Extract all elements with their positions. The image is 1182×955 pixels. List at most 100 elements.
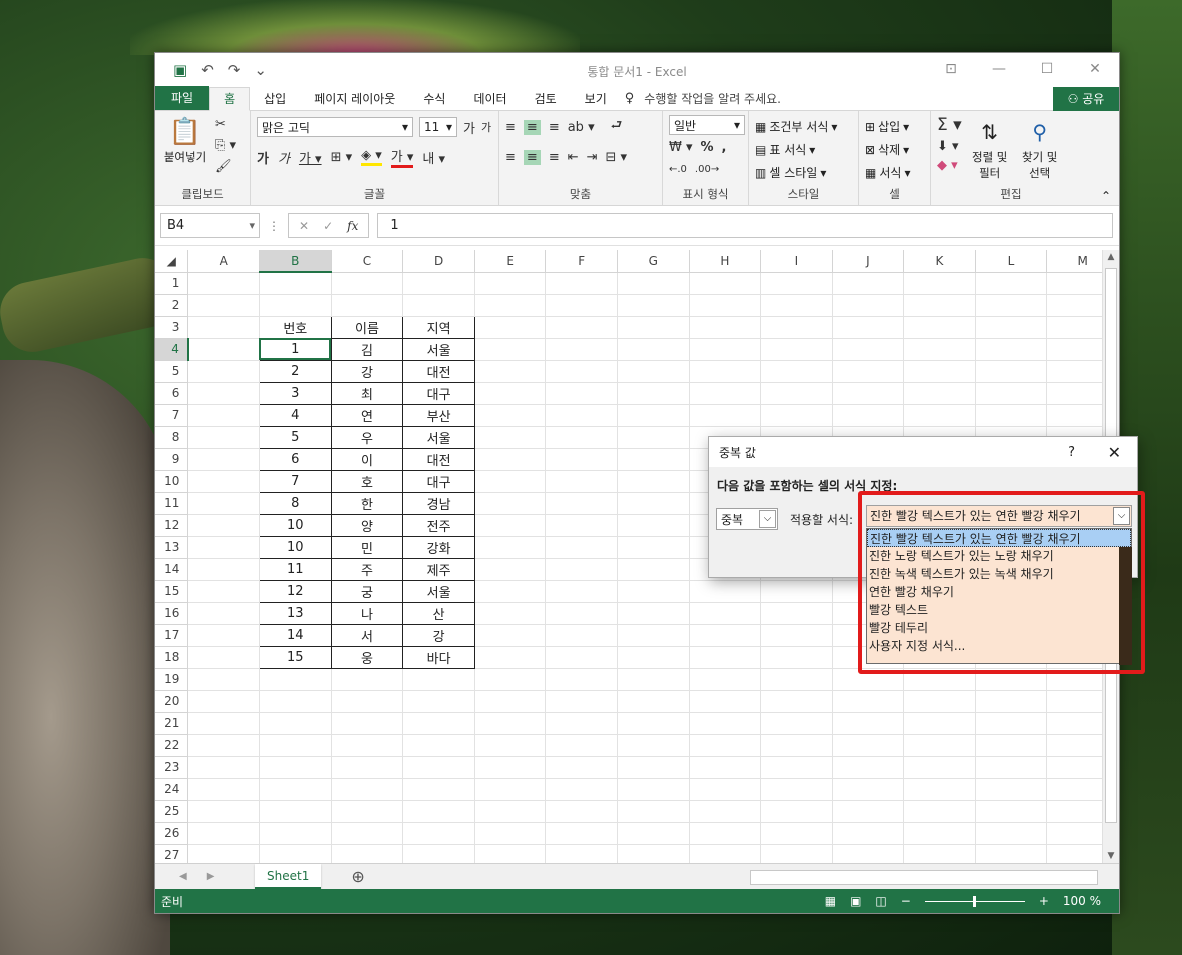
cell[interactable]: 호: [330, 469, 404, 493]
cell[interactable]: [545, 624, 619, 647]
cell[interactable]: 한: [330, 491, 404, 515]
cell[interactable]: [760, 382, 833, 405]
format-cells-button[interactable]: ▦ 서식 ▾: [865, 161, 924, 184]
align-right-icon[interactable]: ≡: [549, 150, 560, 165]
cell[interactable]: [617, 448, 690, 471]
row-header[interactable]: 9: [155, 448, 189, 471]
cell[interactable]: 3: [258, 381, 332, 405]
cell[interactable]: [259, 778, 332, 801]
cell[interactable]: [832, 778, 905, 801]
cell[interactable]: [617, 580, 690, 603]
cell[interactable]: [474, 448, 547, 471]
cell[interactable]: [331, 690, 404, 713]
cell[interactable]: [331, 712, 404, 735]
cell[interactable]: 6: [258, 447, 332, 471]
cell[interactable]: [187, 338, 260, 361]
cell[interactable]: [187, 602, 260, 625]
cell[interactable]: [545, 734, 619, 757]
share-button[interactable]: ⚇ 공유: [1053, 87, 1119, 111]
cell[interactable]: [832, 316, 905, 339]
maximize-icon[interactable]: ☐: [1023, 53, 1071, 87]
conditional-formatting-button[interactable]: ▦ 조건부 서식 ▾: [755, 115, 852, 138]
cell[interactable]: [832, 382, 905, 405]
cell[interactable]: [975, 272, 1048, 295]
cell[interactable]: 대전: [402, 359, 475, 383]
cell[interactable]: [545, 646, 619, 669]
cell[interactable]: 5: [258, 425, 332, 449]
cell[interactable]: [331, 294, 404, 317]
align-center-icon[interactable]: ≡: [523, 149, 541, 165]
row-header[interactable]: 12: [155, 514, 189, 537]
enter-icon[interactable]: ✓: [323, 219, 333, 233]
cell[interactable]: [760, 580, 833, 603]
cell[interactable]: [832, 712, 905, 735]
row-header[interactable]: 24: [155, 778, 189, 801]
cell[interactable]: [474, 712, 547, 735]
cell[interactable]: 서울: [402, 425, 475, 449]
cell[interactable]: [474, 690, 547, 713]
find-select-button[interactable]: ⚲ 찾기 및 선택: [1018, 115, 1062, 181]
cell[interactable]: [474, 580, 547, 603]
zoom-in-icon[interactable]: +: [1039, 894, 1049, 908]
cell[interactable]: [832, 360, 905, 383]
cell[interactable]: 대전: [402, 447, 475, 471]
formula-input[interactable]: 1: [377, 213, 1113, 238]
row-header[interactable]: 25: [155, 800, 189, 823]
save-icon[interactable]: ▣: [173, 61, 187, 79]
cell[interactable]: [545, 404, 619, 427]
cell[interactable]: [760, 360, 833, 383]
column-header[interactable]: L: [975, 250, 1048, 273]
formula-bar-options-icon[interactable]: ⋮: [268, 219, 280, 233]
tab-view[interactable]: 보기: [571, 88, 621, 110]
cell[interactable]: [187, 492, 260, 515]
cell[interactable]: [545, 316, 619, 339]
cell[interactable]: [760, 668, 833, 691]
cell[interactable]: [975, 382, 1048, 405]
cell[interactable]: [689, 624, 762, 647]
cell[interactable]: 번호: [258, 315, 332, 339]
add-sheet-icon[interactable]: ⊕: [351, 867, 364, 886]
cell[interactable]: 지역: [402, 315, 475, 339]
cell[interactable]: [402, 844, 475, 863]
cut-icon[interactable]: ✂: [215, 117, 236, 132]
cell[interactable]: [903, 734, 976, 757]
cell[interactable]: 연: [330, 403, 404, 427]
customize-qat-icon[interactable]: ⌄: [254, 61, 267, 79]
cell[interactable]: [689, 404, 762, 427]
cell[interactable]: [474, 668, 547, 691]
cell[interactable]: [474, 338, 547, 361]
cell[interactable]: [187, 712, 260, 735]
cell[interactable]: [259, 844, 332, 863]
scroll-down-icon[interactable]: ▼: [1103, 851, 1119, 861]
cell[interactable]: 15: [258, 645, 332, 669]
cell[interactable]: [975, 822, 1048, 845]
cell[interactable]: [903, 756, 976, 779]
collapse-ribbon-icon[interactable]: ⌃: [1101, 189, 1111, 203]
cell[interactable]: [474, 624, 547, 647]
cell[interactable]: [832, 822, 905, 845]
cell[interactable]: 바다: [402, 645, 475, 669]
cell[interactable]: [760, 272, 833, 295]
sheet-nav-arrows[interactable]: ◀▶: [155, 871, 255, 882]
increase-font-icon[interactable]: 가: [463, 118, 475, 137]
accounting-icon[interactable]: ₩ ▾: [669, 140, 693, 155]
cell[interactable]: [402, 756, 475, 779]
cell[interactable]: [617, 668, 690, 691]
cell[interactable]: [474, 844, 547, 863]
cell[interactable]: 궁: [330, 579, 404, 603]
cell[interactable]: 1: [258, 337, 332, 361]
chevron-down-icon[interactable]: ⌵: [759, 510, 776, 528]
cell[interactable]: [187, 448, 260, 471]
cell[interactable]: [474, 382, 547, 405]
cell[interactable]: [903, 272, 976, 295]
cell[interactable]: [903, 844, 976, 863]
column-header[interactable]: E: [474, 250, 547, 273]
cell[interactable]: [617, 492, 690, 515]
name-box[interactable]: B4: [160, 213, 260, 238]
cell[interactable]: 서울: [402, 579, 475, 603]
orientation-icon[interactable]: ab ▾: [568, 120, 595, 135]
row-header[interactable]: 2: [155, 294, 189, 317]
cell[interactable]: [832, 272, 905, 295]
cell[interactable]: [975, 404, 1048, 427]
cell[interactable]: [617, 536, 690, 559]
